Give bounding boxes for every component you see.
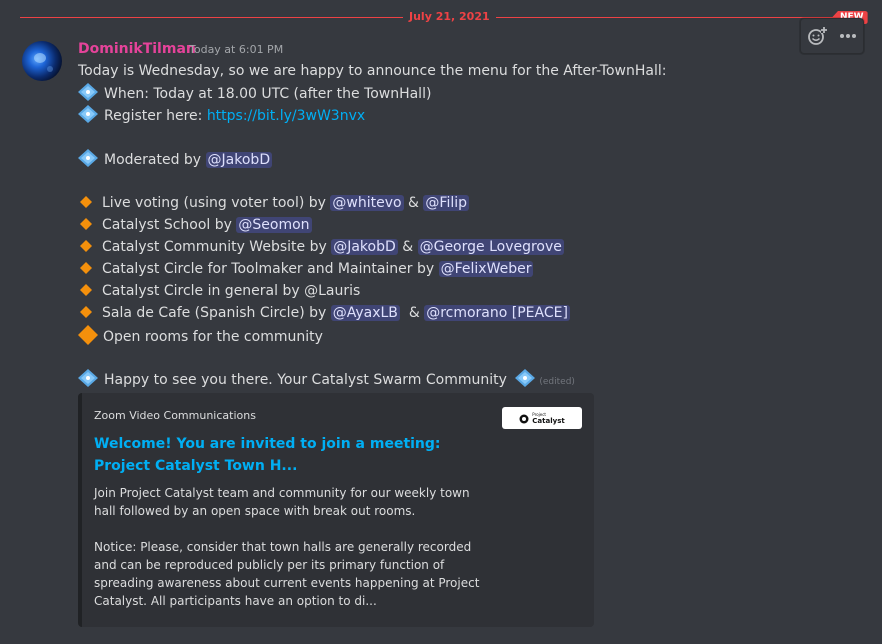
ampersand: & [397, 239, 418, 255]
more-options-icon[interactable] [835, 23, 861, 49]
embed-provider: Zoom Video Communications [94, 409, 256, 422]
embed-desc-paragraph-2: Notice: Please, consider that town halls… [94, 540, 480, 608]
mention-rcmorano[interactable]: @rcmorano [PEACE] [424, 305, 570, 321]
link-embed: Zoom Video Communications Welcome! You a… [78, 393, 594, 627]
closing-text: Happy to see you there. Your Catalyst Sw… [104, 372, 507, 388]
menu-item-7: Open rooms for the community [78, 325, 323, 351]
diamond-shape-with-dot-icon [78, 105, 98, 129]
diamond-shape-with-dot-icon [78, 83, 98, 107]
menu-item-2-text: Catalyst School by [102, 217, 237, 233]
menu-item-7-text: Open rooms for the community [103, 329, 323, 345]
mention-jakobd[interactable]: @JakobD [331, 239, 398, 255]
embed-thumbnail[interactable]: Project Catalyst [502, 407, 582, 429]
mention-george-lovegrove[interactable]: @George Lovegrove [417, 239, 564, 255]
menu-item-2: Catalyst School by @Seomon [78, 215, 312, 236]
ampersand: & [399, 305, 425, 321]
divider-date: July 21, 2021 [403, 9, 496, 25]
small-orange-diamond-icon [80, 238, 92, 258]
small-orange-diamond-icon [80, 282, 92, 302]
message-hover-toolbar [800, 18, 864, 54]
diamond-shape-with-dot-icon [515, 369, 536, 393]
menu-item-4-text: Catalyst Circle for Toolmaker and Mainta… [102, 261, 439, 277]
embed-desc-paragraph-1: Join Project Catalyst team and community… [94, 486, 470, 518]
menu-item-3-text: Catalyst Community Website by [102, 239, 332, 255]
avatar[interactable] [22, 41, 62, 81]
large-orange-diamond-icon [78, 325, 98, 351]
mention-whitevo[interactable]: @whitevo [330, 195, 404, 211]
embed-description: Join Project Catalyst team and community… [94, 484, 494, 628]
mention-ayaxlb[interactable]: @AyaxLB [330, 305, 400, 321]
message-closing: Happy to see you there. Your Catalyst Sw… [78, 369, 575, 393]
diamond-shape-with-dot-icon [78, 369, 98, 393]
small-orange-diamond-icon [80, 304, 92, 324]
edited-label: (edited) [539, 377, 575, 387]
message-line-register: Register here: https://bit.ly/3wW3nvx [78, 105, 365, 129]
menu-item-1: Live voting (using voter tool) by @white… [78, 193, 470, 214]
embed-title-link[interactable]: Welcome! You are invited to join a meeti… [94, 433, 494, 477]
message-author[interactable]: DominikTilman [78, 40, 196, 58]
thumbnail-text: Project Catalyst [532, 411, 564, 425]
small-orange-diamond-icon [80, 260, 92, 280]
menu-item-3: Catalyst Community Website by @JakobD & … [78, 237, 564, 258]
thumbnail-big-text: Catalyst [532, 417, 565, 425]
when-text: When: Today at 18.00 UTC (after the Town… [104, 86, 432, 102]
register-link[interactable]: https://bit.ly/3wW3nvx [207, 108, 365, 124]
mention-felixweber[interactable]: @FelixWeber [438, 261, 534, 277]
message-line-moderated: Moderated by @JakobD [78, 149, 273, 173]
message-intro: Today is Wednesday, so we are happy to a… [78, 63, 667, 79]
small-orange-diamond-icon [80, 216, 92, 236]
ampersand: & [403, 195, 424, 211]
menu-item-5-text: Catalyst Circle in general by @Lauris [102, 283, 361, 299]
message-line-when: When: Today at 18.00 UTC (after the Town… [78, 83, 431, 107]
catalyst-logo-icon [519, 409, 529, 428]
menu-item-6-text: Sala de Cafe (Spanish Circle) by [102, 305, 331, 321]
menu-item-6: Sala de Cafe (Spanish Circle) by @AyaxLB… [78, 303, 570, 324]
message-timestamp: Today at 6:01 PM [189, 43, 284, 56]
mention-filip[interactable]: @Filip [423, 195, 470, 211]
moderated-label: Moderated by [104, 152, 206, 168]
small-orange-diamond-icon [80, 194, 92, 214]
add-reaction-icon[interactable] [804, 23, 830, 49]
diamond-shape-with-dot-icon [78, 149, 98, 173]
menu-item-4: Catalyst Circle for Toolmaker and Mainta… [78, 259, 534, 280]
register-label: Register here: [104, 108, 207, 124]
menu-item-1-text: Live voting (using voter tool) by [102, 195, 331, 211]
menu-item-5: Catalyst Circle in general by @Lauris [78, 281, 360, 302]
mention-jakobd[interactable]: @JakobD [205, 152, 273, 168]
mention-seomon[interactable]: @Seomon [236, 217, 312, 233]
